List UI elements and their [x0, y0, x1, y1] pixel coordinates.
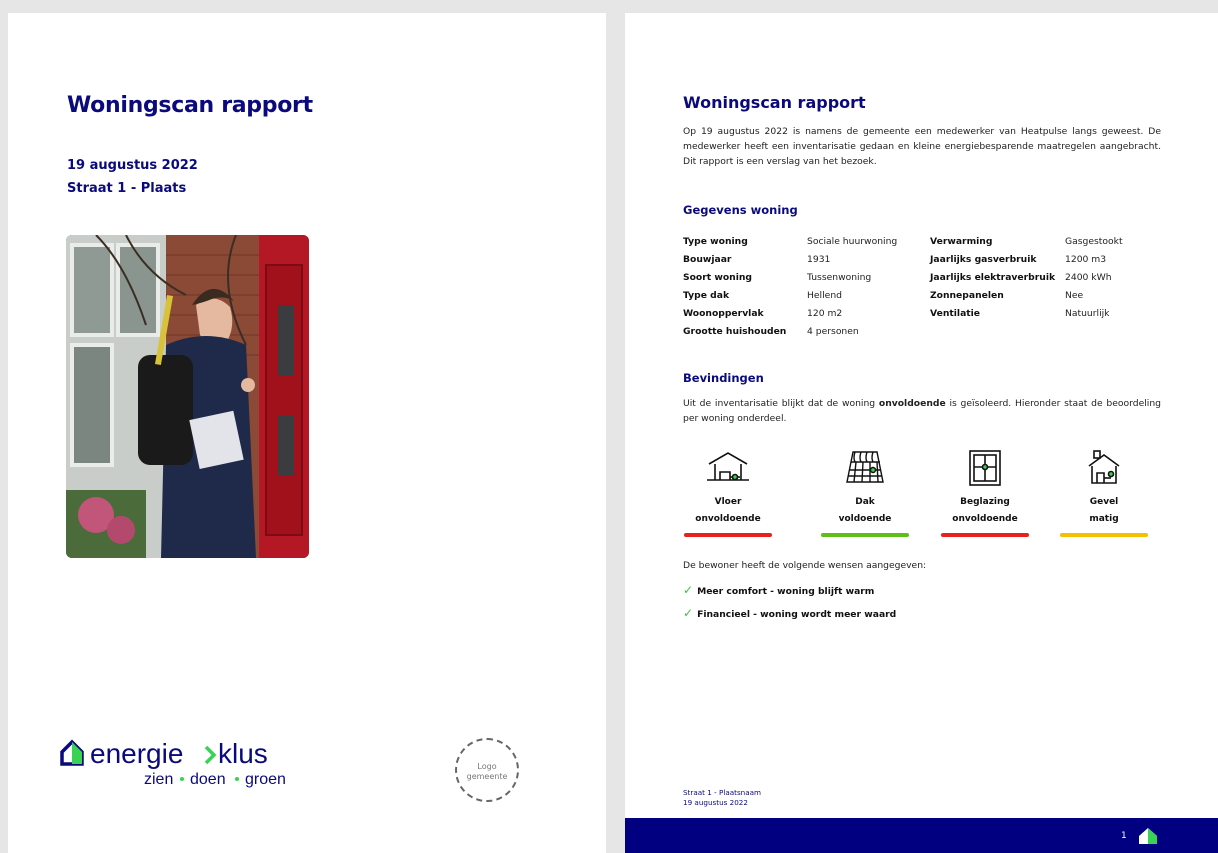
- wishes-intro: De bewoner heeft de volgende wensen aang…: [683, 560, 927, 571]
- cover-page: Woningscan rapport 19 augustus 2022 Stra…: [8, 13, 606, 853]
- rating-bar: [941, 533, 1029, 537]
- gegevens-value: Gasgestookt: [1065, 235, 1123, 247]
- gegevens-row: Grootte huishouden 4 personen: [683, 322, 1153, 340]
- gegevens-key: Grootte huishouden: [683, 325, 787, 337]
- cover-title: Woningscan rapport: [67, 93, 313, 118]
- gegevens-row: Soort woning Tussenwoning Jaarlijks elektr…: [683, 268, 1153, 286]
- rating-card: Dak voldoende: [820, 450, 910, 537]
- rating-value: onvoldoende: [695, 514, 761, 524]
- gegevens-value: [1065, 322, 1153, 340]
- rating-value: onvoldoende: [952, 514, 1018, 524]
- gegevens-key: Soort woning: [683, 271, 752, 283]
- cover-photo: [66, 235, 309, 558]
- rating-bar: [1060, 533, 1148, 537]
- gegevens-value: 1931: [807, 253, 831, 265]
- gegevens-key: Verwarming: [930, 235, 993, 247]
- report-intro: Op 19 augustus 2022 is namens de gemeent…: [683, 126, 1161, 167]
- check-icon: ✓: [683, 583, 694, 597]
- gegevens-table: Type woning Sociale huurwoning Verwarming G…: [683, 232, 1153, 340]
- page-number: 1: [1121, 831, 1127, 841]
- gegevens-key: [930, 322, 1065, 340]
- gegevens-key: Type woning: [683, 235, 748, 247]
- gegevens-key: Jaarlijks gasverbruik: [930, 253, 1037, 265]
- gegevens-value: Tussenwoning: [807, 271, 872, 283]
- rating-card: Vloer onvoldoende: [683, 450, 773, 537]
- gegevens-row: Type woning Sociale huurwoning Verwarming G…: [683, 232, 1153, 250]
- gegevens-key: Ventilatie: [930, 307, 981, 319]
- find-text-pre: Uit de inventarisatie blijkt dat de woni…: [683, 398, 879, 409]
- rating-component: Dak: [855, 497, 875, 507]
- gegevens-value: 2400 kWh: [1065, 271, 1112, 283]
- city-logo-line1: Logo: [477, 762, 497, 771]
- rating-card: Beglazing onvoldoende: [940, 450, 1030, 537]
- rating-value: matig: [1089, 514, 1119, 524]
- energieklus-logo: energie klus zien doen groen: [60, 730, 320, 790]
- gegevens-row: Type dak Hellend Zonnepanelen Nee: [683, 286, 1153, 304]
- brand-word-energie: energie: [90, 738, 183, 769]
- wish-item: ✓ Meer comfort - woning blijft warm: [683, 583, 874, 597]
- gegevens-row: Bouwjaar 1931 Jaarlijks gasverbruik 1200 m3: [683, 250, 1153, 268]
- house-logo-icon: [1137, 827, 1163, 845]
- gegevens-value: Hellend: [807, 289, 842, 301]
- rating-component: Vloer: [714, 497, 742, 507]
- gegevens-value: 1200 m3: [1065, 253, 1107, 265]
- footer-bar: [625, 818, 1218, 853]
- tagline-zien: zien: [144, 771, 173, 788]
- wish-text: Meer comfort - woning blijft warm: [697, 586, 875, 597]
- rating-component: Gevel: [1089, 497, 1119, 507]
- wish-item: ✓ Financieel - woning wordt meer waard: [683, 606, 896, 620]
- tagline-doen: doen: [190, 771, 226, 788]
- cover-date: 19 augustus 2022: [67, 158, 198, 173]
- gegevens-value: Natuurlijk: [1065, 307, 1110, 319]
- bevindingen-text: Uit de inventarisatie blijkt dat de woni…: [683, 396, 1161, 426]
- rating-card: Gevel matig: [1059, 450, 1149, 537]
- brand-word-klus: klus: [218, 738, 268, 769]
- report-page: Woningscan rapport Op 19 augustus 2022 i…: [625, 13, 1218, 853]
- footer-address: Straat 1 - Plaatsnaam: [683, 788, 762, 797]
- gegevens-value: 120 m2: [807, 307, 843, 319]
- roof-icon: [820, 450, 910, 486]
- facade-icon: [1059, 450, 1149, 486]
- cover-address: Straat 1 - Plaats: [67, 181, 187, 196]
- find-text-bold: onvoldoende: [878, 398, 946, 409]
- rating-bar: [684, 533, 772, 537]
- gegevens-row: Woonoppervlak 120 m2 Ventilatie Natuurlijk: [683, 304, 1153, 322]
- gegevens-value: 4 personen: [807, 325, 859, 337]
- report-title: Woningscan rapport: [683, 93, 866, 112]
- footer-date: 19 augustus 2022: [683, 798, 748, 807]
- gegevens-heading: Gegevens woning: [683, 203, 798, 217]
- gegevens-key: Woonoppervlak: [683, 307, 764, 319]
- gegevens-key: Zonnepanelen: [930, 289, 1004, 301]
- gegevens-value: Nee: [1065, 289, 1084, 301]
- floor-icon: [683, 450, 773, 486]
- window-icon: [940, 450, 1030, 486]
- gegevens-value: Sociale huurwoning: [807, 235, 898, 247]
- bevindingen-heading: Bevindingen: [683, 371, 764, 385]
- gegevens-key: Jaarlijks elektraverbruik: [930, 271, 1056, 283]
- wish-text: Financieel - woning wordt meer waard: [697, 609, 897, 620]
- gegevens-key: Type dak: [683, 289, 730, 301]
- city-logo-line2: gemeente: [466, 772, 508, 781]
- rating-bar: [821, 533, 909, 537]
- tagline-groen: groen: [245, 771, 286, 788]
- check-icon: ✓: [683, 606, 694, 620]
- city-logo-placeholder: Logo gemeente: [455, 738, 519, 802]
- rating-component: Beglazing: [960, 497, 1010, 507]
- rating-value: voldoende: [838, 514, 892, 524]
- page-footer-text: Straat 1 - Plaatsnaam 19 augustus 2022: [683, 788, 761, 808]
- gegevens-key: Bouwjaar: [683, 253, 732, 265]
